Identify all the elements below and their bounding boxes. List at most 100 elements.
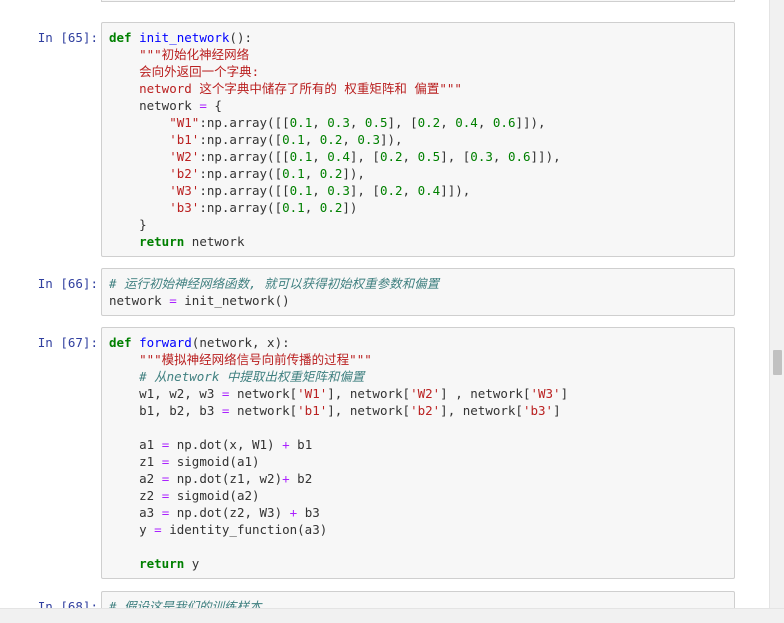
code-line: b1, b2, b3 = network['b1'], network['b2'… bbox=[109, 402, 568, 419]
code-line: w1, w2, w3 = network['W1'], network['W2'… bbox=[109, 385, 568, 402]
code-token: , bbox=[312, 115, 328, 130]
code-token: return bbox=[139, 556, 185, 571]
scrollbar-thumb[interactable] bbox=[773, 350, 782, 375]
code-token: 0.1 bbox=[282, 200, 305, 215]
code-token: 'W3' bbox=[169, 183, 200, 198]
code-line: 'W3':np.array([[0.1, 0.3], [0.2, 0.4]]), bbox=[109, 182, 561, 199]
code-line: 会向外返回一个字典: bbox=[109, 63, 561, 80]
code-line: a3 = np.dot(z2, W3) + b3 bbox=[109, 504, 568, 521]
code-token: np.dot(x, W1) bbox=[169, 437, 283, 452]
code-line: } bbox=[109, 216, 561, 233]
code-token: , bbox=[342, 132, 358, 147]
code-token: b2 bbox=[289, 471, 313, 486]
code-token: 0.2 bbox=[417, 115, 441, 130]
code-token: 0.2 bbox=[319, 166, 343, 181]
cell-prompt: In [67]: bbox=[37, 335, 98, 350]
code-token: ] bbox=[553, 403, 561, 418]
code-token: ], [ bbox=[440, 149, 471, 164]
code-token: b1, b2, b3 bbox=[109, 403, 222, 418]
code-line: """模拟神经网络信号向前传播的过程""" bbox=[109, 351, 568, 368]
code-token: 0.4 bbox=[455, 115, 478, 130]
code-token: identity_function(a3) bbox=[161, 522, 328, 537]
code-token: ], [ bbox=[387, 115, 418, 130]
code-token: """模拟神经网络信号向前传播的过程""" bbox=[139, 352, 372, 367]
code-token: , bbox=[304, 132, 320, 147]
code-editor[interactable]: def init_network(): """初始化神经网络 会向外返回一个字典… bbox=[109, 29, 561, 250]
code-token: 'W3' bbox=[530, 386, 561, 401]
code-input-area[interactable]: # 假设这是我们的训练样本 bbox=[101, 591, 735, 609]
code-token: 'W2' bbox=[169, 149, 200, 164]
code-token: ]), bbox=[342, 166, 365, 181]
code-input-area[interactable]: def forward(network, x): """模拟神经网络信号向前传播… bbox=[101, 327, 735, 579]
code-token: , bbox=[402, 149, 418, 164]
code-token: 'W1' bbox=[297, 386, 328, 401]
code-editor[interactable]: def forward(network, x): """模拟神经网络信号向前传播… bbox=[109, 334, 568, 572]
code-token: 'b1' bbox=[297, 403, 328, 418]
code-token: 0.2 bbox=[319, 132, 343, 147]
code-line: a1 = np.dot(x, W1) + b1 bbox=[109, 436, 568, 453]
code-token: network bbox=[109, 98, 200, 113]
code-line: z1 = sigmoid(a1) bbox=[109, 453, 568, 470]
code-token: def bbox=[109, 30, 140, 45]
code-token: 0.5 bbox=[364, 115, 388, 130]
code-token: netword 这个字典中储存了所有的 权重矩阵和 偏置""" bbox=[139, 81, 462, 96]
code-token: np.dot(z1, w2) bbox=[169, 471, 283, 486]
code-token: return bbox=[139, 234, 185, 249]
code-line: 'b2':np.array([0.1, 0.2]), bbox=[109, 165, 561, 182]
code-line: # 从network 中提取出权重矩阵和偏置 bbox=[109, 368, 568, 385]
code-token: "W1" bbox=[169, 115, 200, 130]
code-line: def forward(network, x): bbox=[109, 334, 568, 351]
code-token: , bbox=[349, 115, 365, 130]
code-token: ]), bbox=[379, 132, 403, 147]
code-token: network[ bbox=[229, 403, 298, 418]
code-token: network[ bbox=[229, 386, 298, 401]
code-line: 'b3':np.array([0.1, 0.2]) bbox=[109, 199, 561, 216]
code-token: ] bbox=[560, 386, 569, 401]
code-token: 0.1 bbox=[282, 132, 305, 147]
code-token: 0.3 bbox=[327, 115, 350, 130]
code-token: np.dot(z2, W3) bbox=[169, 505, 290, 520]
code-token: ], [ bbox=[349, 149, 380, 164]
code-token: (): bbox=[229, 30, 252, 45]
previous-cell-edge bbox=[101, 0, 735, 2]
code-token: , bbox=[304, 200, 320, 215]
code-token: , bbox=[477, 115, 493, 130]
code-line: 'W2':np.array([[0.1, 0.4], [0.2, 0.5], [… bbox=[109, 148, 561, 165]
code-token: init_network bbox=[139, 30, 230, 45]
code-token: , bbox=[402, 183, 418, 198]
code-token: ], network[ bbox=[327, 403, 411, 418]
code-input-area[interactable]: def init_network(): """初始化神经网络 会向外返回一个字典… bbox=[101, 22, 735, 257]
code-input-area[interactable]: # 运行初始神经网络函数, 就可以获得初始权重参数和偏置 network = in… bbox=[101, 268, 735, 316]
code-line: network = { bbox=[109, 97, 561, 114]
horizontal-scrollbar[interactable] bbox=[0, 608, 784, 623]
code-token: a1 bbox=[109, 437, 162, 452]
code-token: ] , network[ bbox=[440, 386, 531, 401]
code-editor[interactable]: # 运行初始神经网络函数, 就可以获得初始权重参数和偏置 network = in… bbox=[109, 275, 439, 309]
code-token: ]]), bbox=[530, 149, 561, 164]
code-token: 0.1 bbox=[282, 166, 305, 181]
code-token: sigmoid(a2) bbox=[169, 488, 260, 503]
code-token: 0.6 bbox=[492, 115, 516, 130]
code-line: z2 = sigmoid(a2) bbox=[109, 487, 568, 504]
notebook-area: In [65]: def init_network(): """初始化神经网络 … bbox=[0, 0, 770, 609]
code-token: + bbox=[282, 471, 290, 486]
code-token: = bbox=[169, 293, 177, 308]
code-token: forward bbox=[139, 335, 192, 350]
vertical-scrollbar[interactable] bbox=[769, 0, 784, 609]
code-token: :np.array([ bbox=[199, 166, 283, 181]
code-token: network bbox=[109, 293, 170, 308]
code-token: } bbox=[109, 217, 147, 232]
code-token: 0.1 bbox=[289, 115, 313, 130]
code-token: , bbox=[312, 149, 328, 164]
code-line: network = init_network() bbox=[109, 292, 439, 309]
code-token: a2 bbox=[109, 471, 162, 486]
cell-prompt: In [66]: bbox=[37, 276, 98, 291]
